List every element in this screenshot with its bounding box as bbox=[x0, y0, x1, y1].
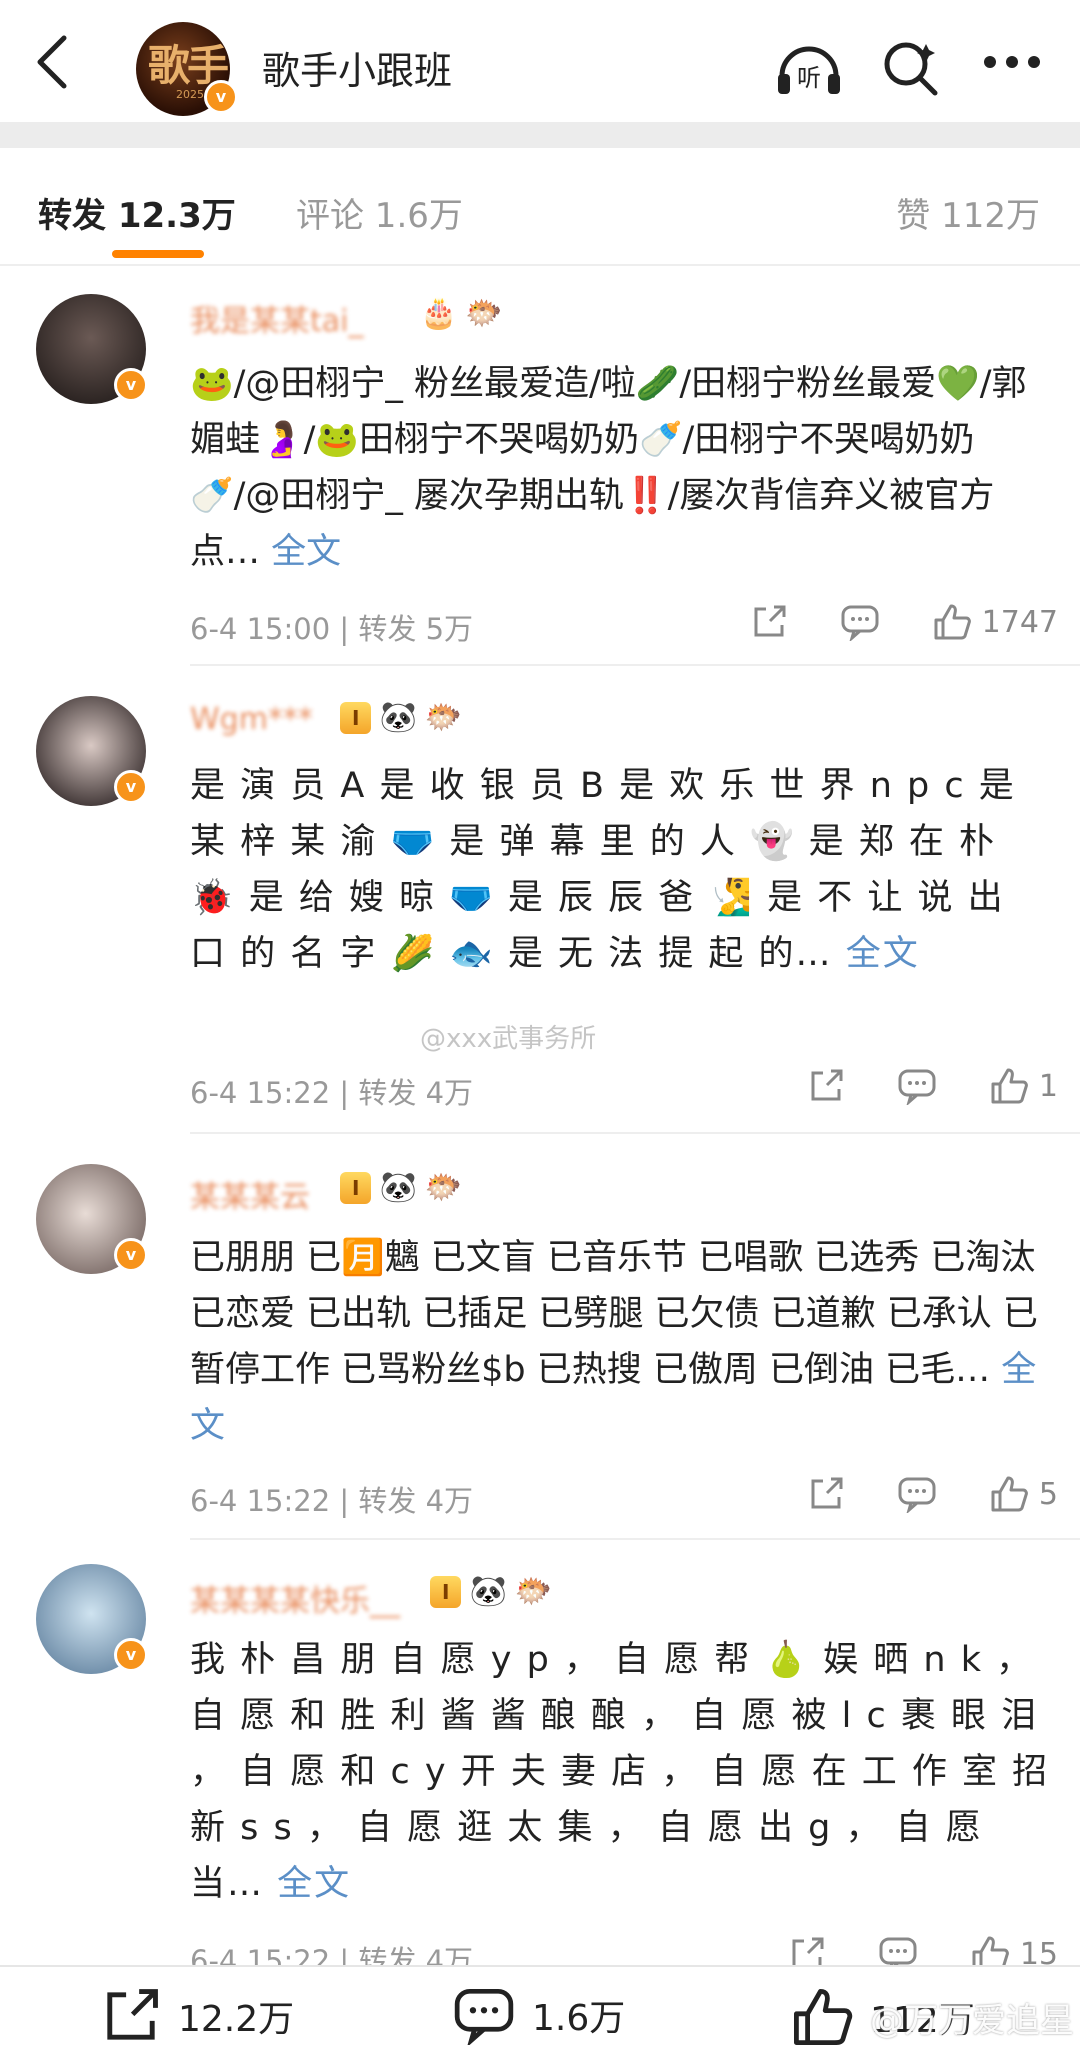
tab-likes[interactable]: 赞 112万 bbox=[896, 188, 1040, 237]
user-badges: I 🐼 🐡 bbox=[340, 700, 462, 735]
bottom-comment-count: 1.6万 bbox=[532, 1998, 626, 2039]
user-badges: I 🐼 🐡 bbox=[340, 1170, 462, 1205]
repost-actions: 1 bbox=[755, 1066, 1058, 1106]
like-button[interactable]: 1747 bbox=[932, 602, 1058, 642]
page-title[interactable]: 歌手小跟班 bbox=[262, 40, 452, 95]
user-badges: 🎂 🐡 bbox=[420, 296, 503, 331]
meta-divider: | bbox=[339, 1076, 359, 1110]
username[interactable]: 某某某某快乐__ bbox=[190, 1576, 400, 1620]
corner-watermark: @万万爱追星 bbox=[870, 2001, 1074, 2041]
read-more-link[interactable]: 全文 bbox=[846, 934, 920, 974]
top-bar: 歌手 2025 v 歌手小跟班 听 bbox=[0, 0, 1080, 122]
listen-icon[interactable]: 听 bbox=[774, 38, 844, 98]
share-icon bbox=[811, 1477, 843, 1509]
comment-icon bbox=[898, 1069, 936, 1105]
thumbs-up-icon bbox=[991, 1476, 1028, 1512]
watermark-text: @xxx武事务所 bbox=[420, 1024, 597, 1054]
comment-button[interactable] bbox=[840, 603, 880, 641]
repost-item: v Wgm*** I 🐼 🐡 是 演 员 A 是 收 银 员 B 是 欢 乐 世… bbox=[0, 666, 1080, 1134]
level-badge: I bbox=[340, 701, 372, 734]
user-badges: I 🐼 🐡 bbox=[430, 1574, 552, 1609]
comment-button[interactable] bbox=[897, 1067, 937, 1105]
meta-divider: | bbox=[339, 1484, 359, 1518]
bottom-repost-button[interactable]: 12.2万 bbox=[100, 1985, 294, 2047]
section-divider bbox=[0, 122, 1080, 148]
share-icon bbox=[811, 1069, 843, 1101]
logo-year: 2025 bbox=[176, 88, 204, 101]
repost-item: v 我是某某tai_ 🎂 🐡 🐸/@田栩宁_ 粉丝最爱造/啦🥒/田栩宁粉丝最爱💚… bbox=[0, 266, 1080, 666]
svg-text:听: 听 bbox=[797, 64, 821, 92]
tab-reposts[interactable]: 转发 12.3万 bbox=[38, 188, 236, 237]
repost-count[interactable]: 转发 4万 bbox=[358, 1484, 473, 1518]
thumbs-up-icon bbox=[794, 1989, 853, 2045]
thumbs-up-icon bbox=[991, 1068, 1028, 1104]
more-options-icon[interactable] bbox=[982, 52, 1042, 72]
repost-text-body: 已朋朋 已🈷️魑 已文盲 已音乐节 已唱歌 已选秀 已淘汰 已恋爱 已出轨 已插… bbox=[190, 1238, 1038, 1390]
verified-badge-icon: v bbox=[114, 770, 148, 804]
panda-badge-icon: 🐼 bbox=[469, 1574, 507, 1609]
bottom-comment-button[interactable]: 1.6万 bbox=[452, 1985, 625, 2045]
tab-comments[interactable]: 评论 1.6万 bbox=[296, 188, 463, 237]
like-button[interactable]: 1 bbox=[989, 1066, 1058, 1106]
search-icon[interactable] bbox=[880, 38, 940, 98]
share-button[interactable] bbox=[807, 1475, 845, 1513]
fish-badge-icon: 🐡 bbox=[465, 296, 503, 331]
repost-item: v 某某某云 I 🐼 🐡 已朋朋 已🈷️魑 已文盲 已音乐节 已唱歌 已选秀 已… bbox=[0, 1134, 1080, 1540]
repost-text[interactable]: 是 演 员 A 是 收 银 员 B 是 欢 乐 世 界 n p c 是 某 梓 … bbox=[190, 758, 1050, 1038]
verified-badge-icon: v bbox=[204, 80, 238, 114]
comment-icon bbox=[898, 1477, 936, 1513]
share-icon bbox=[754, 605, 786, 637]
repost-text[interactable]: 🐸/@田栩宁_ 粉丝最爱造/啦🥒/田栩宁粉丝最爱💚/郭媚蛙🤰/🐸田栩宁不哭喝奶奶… bbox=[190, 356, 1050, 580]
bottom-action-bar: 12.2万 1.6万 112万 @万万爱追星 bbox=[0, 1965, 1080, 2067]
share-button[interactable] bbox=[750, 603, 788, 641]
repost-actions: 5 bbox=[755, 1474, 1058, 1514]
bottom-repost-count: 12.2万 bbox=[178, 1999, 295, 2040]
tabs-bar: 转发 12.3万 评论 1.6万 赞 112万 bbox=[0, 148, 1080, 264]
repost-date: 6-4 15:22 bbox=[190, 1484, 331, 1518]
username[interactable]: Wgm*** bbox=[190, 702, 313, 737]
username[interactable]: 某某某云 bbox=[190, 1172, 310, 1216]
repost-count[interactable]: 转发 5万 bbox=[358, 612, 473, 646]
repost-date: 6-4 15:00 bbox=[190, 612, 331, 646]
repost-actions: 1747 bbox=[698, 602, 1058, 642]
like-count: 5 bbox=[1038, 1476, 1058, 1512]
meta-divider: | bbox=[339, 612, 359, 646]
repost-item: v 某某某某快乐__ I 🐼 🐡 我 朴 昌 朋 自 愿 y p ， 自 愿 帮… bbox=[0, 1540, 1080, 1978]
repost-meta: 6-4 15:22 | 转发 4万 bbox=[190, 1478, 473, 1520]
username[interactable]: 我是某某tai_ bbox=[190, 296, 363, 340]
level-badge: I bbox=[340, 1171, 372, 1204]
repost-text[interactable]: 我 朴 昌 朋 自 愿 y p ， 自 愿 帮 🍐 娱 晒 n k ， 自 愿 … bbox=[190, 1632, 1050, 1912]
verified-badge-icon: v bbox=[114, 368, 148, 402]
repost-date: 6-4 15:22 bbox=[190, 1076, 331, 1110]
comment-icon bbox=[841, 605, 879, 641]
panda-badge-icon: 🐼 bbox=[379, 1170, 417, 1205]
back-arrow-icon[interactable] bbox=[28, 32, 78, 92]
like-button[interactable]: 5 bbox=[989, 1474, 1058, 1514]
share-icon bbox=[107, 1989, 158, 2040]
repost-text[interactable]: 已朋朋 已🈷️魑 已文盲 已音乐节 已唱歌 已选秀 已淘汰 已恋爱 已出轨 已插… bbox=[190, 1230, 1050, 1454]
repost-meta: 6-4 15:22 | 转发 4万 bbox=[190, 1070, 473, 1112]
fish-badge-icon: 🐡 bbox=[514, 1574, 553, 1609]
comment-icon bbox=[454, 1988, 514, 2045]
fish-badge-icon: 🐡 bbox=[424, 700, 463, 735]
read-more-link[interactable]: 全文 bbox=[271, 532, 341, 572]
fish-badge-icon: 🐡 bbox=[424, 1170, 463, 1205]
like-count: 1 bbox=[1038, 1068, 1058, 1104]
comment-button[interactable] bbox=[897, 1475, 937, 1513]
verified-badge-icon: v bbox=[114, 1638, 148, 1672]
panda-badge-icon: 🐼 bbox=[379, 700, 417, 735]
share-button[interactable] bbox=[807, 1067, 845, 1105]
read-more-link[interactable]: 全文 bbox=[277, 1864, 351, 1904]
verified-badge-icon: v bbox=[114, 1238, 148, 1272]
repost-meta: 6-4 15:00 | 转发 5万 bbox=[190, 606, 473, 648]
repost-count[interactable]: 转发 4万 bbox=[358, 1076, 473, 1110]
cake-badge-icon: 🎂 bbox=[420, 296, 458, 331]
level-badge: I bbox=[430, 1575, 462, 1608]
like-count: 1747 bbox=[981, 604, 1058, 640]
active-tab-indicator bbox=[112, 250, 204, 258]
thumbs-up-icon bbox=[934, 604, 971, 640]
